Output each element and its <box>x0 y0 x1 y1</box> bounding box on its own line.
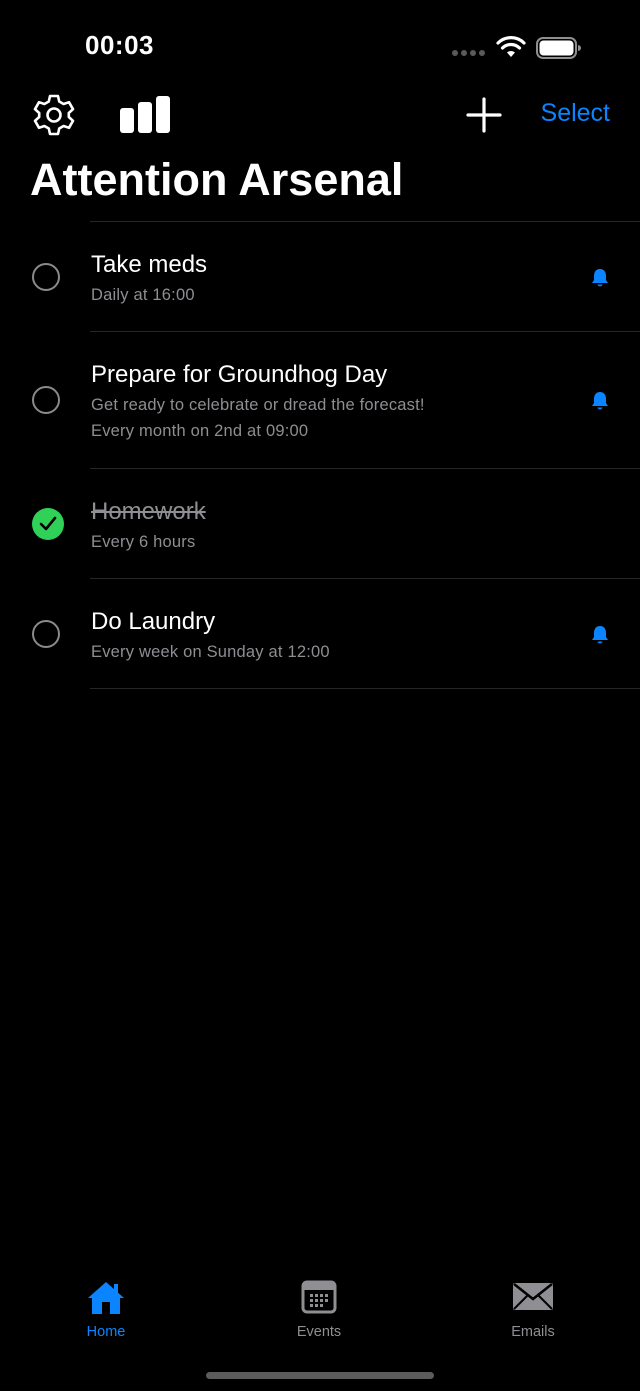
home-indicator[interactable] <box>206 1372 434 1379</box>
house-icon <box>88 1282 124 1314</box>
task-schedule: Every 6 hours <box>91 533 196 551</box>
task-row[interactable]: Do Laundry Every week on Sunday at 12:00 <box>0 578 640 688</box>
task-row[interactable]: Take meds Daily at 16:00 <box>0 221 640 331</box>
task-title: Do Laundry <box>91 608 216 635</box>
tab-home[interactable]: Home <box>46 1280 166 1340</box>
tab-events[interactable]: Events <box>259 1280 379 1340</box>
battery-icon <box>536 37 581 59</box>
completed-checkmark-icon[interactable] <box>32 508 64 540</box>
tab-home-label: Home <box>86 1324 126 1340</box>
bell-icon <box>592 626 608 644</box>
tab-emails-label: Emails <box>511 1324 555 1340</box>
task-schedule: Every week on Sunday at 12:00 <box>91 643 330 661</box>
tab-events-label: Events <box>296 1324 342 1340</box>
status-time: 00:03 <box>85 30 154 60</box>
tab-emails[interactable]: Emails <box>473 1280 593 1340</box>
task-title: Homework <box>91 498 206 525</box>
gear-icon[interactable] <box>32 93 76 137</box>
calendar-icon <box>301 1280 337 1314</box>
task-note: Get ready to celebrate or dread the fore… <box>91 396 425 414</box>
task-schedule: Daily at 16:00 <box>91 286 195 304</box>
envelope-icon <box>513 1283 553 1310</box>
complete-toggle-circle[interactable] <box>32 263 60 291</box>
divider <box>90 688 640 689</box>
task-row[interactable]: Homework Every 6 hours <box>0 468 640 578</box>
task-title: Take meds <box>91 251 208 278</box>
cellular-signal-icon <box>452 50 486 58</box>
select-button[interactable]: Select <box>541 99 610 128</box>
bell-icon <box>592 392 608 410</box>
task-title: Prepare for Groundhog Day <box>91 361 388 388</box>
complete-toggle-circle[interactable] <box>32 620 60 648</box>
wifi-icon <box>496 36 526 57</box>
chart-bars-icon[interactable] <box>120 96 172 134</box>
complete-toggle-circle[interactable] <box>32 386 60 414</box>
add-task-button[interactable] <box>466 97 502 133</box>
task-row[interactable]: Prepare for Groundhog Day Get ready to c… <box>0 331 640 468</box>
task-schedule: Every month on 2nd at 09:00 <box>91 422 309 440</box>
bell-icon <box>592 269 608 287</box>
page-title: Attention Arsenal <box>30 154 404 205</box>
